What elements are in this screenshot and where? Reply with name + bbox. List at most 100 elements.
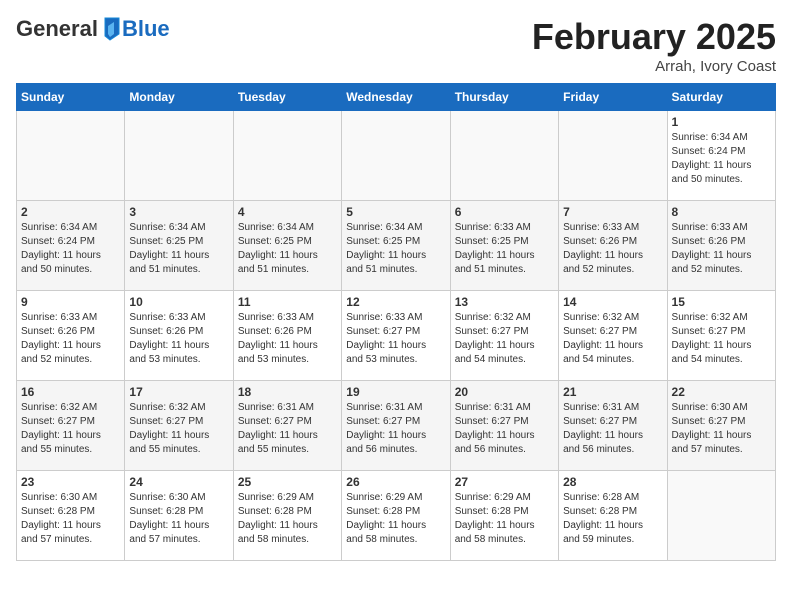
table-row: 9 Sunrise: 6:33 AM Sunset: 6:26 PM Daylig…	[17, 291, 125, 381]
table-row: 14 Sunrise: 6:32 AM Sunset: 6:27 PM Dayli…	[559, 291, 667, 381]
day-info: Sunrise: 6:34 AM Sunset: 6:25 PM Dayligh…	[129, 221, 228, 277]
day-number: 5	[346, 205, 445, 219]
day-info: Sunrise: 6:32 AM Sunset: 6:27 PM Dayligh…	[455, 311, 554, 367]
month-title: February 2025	[532, 16, 776, 58]
col-monday: Monday	[125, 84, 233, 111]
day-number: 17	[129, 385, 228, 399]
day-number: 11	[238, 295, 337, 309]
table-row: 7 Sunrise: 6:33 AM Sunset: 6:26 PM Daylig…	[559, 201, 667, 291]
day-info: Sunrise: 6:31 AM Sunset: 6:27 PM Dayligh…	[346, 401, 445, 457]
table-row: 21Sunrise: 6:31 AM Sunset: 6:27 PM Dayli…	[559, 381, 667, 471]
table-row: 13 Sunrise: 6:32 AM Sunset: 6:27 PM Dayli…	[450, 291, 558, 381]
day-info: Sunrise: 6:30 AM Sunset: 6:28 PM Dayligh…	[129, 491, 228, 547]
table-row	[450, 111, 558, 201]
day-number: 6	[455, 205, 554, 219]
day-info: Sunrise: 6:29 AM Sunset: 6:28 PM Dayligh…	[455, 491, 554, 547]
calendar-week-row: 2 Sunrise: 6:34 AM Sunset: 6:24 PM Daylig…	[17, 201, 776, 291]
day-info: Sunrise: 6:32 AM Sunset: 6:27 PM Dayligh…	[563, 311, 662, 367]
col-friday: Friday	[559, 84, 667, 111]
table-row	[233, 111, 341, 201]
table-row: 17 Sunrise: 6:32 AM Sunset: 6:27 PM Dayli…	[125, 381, 233, 471]
day-info: Sunrise: 6:33 AM Sunset: 6:26 PM Dayligh…	[563, 221, 662, 277]
table-row: 11 Sunrise: 6:33 AM Sunset: 6:26 PM Dayli…	[233, 291, 341, 381]
day-number: 26	[346, 475, 445, 489]
day-number: 13	[455, 295, 554, 309]
day-info: Sunrise: 6:34 AM Sunset: 6:25 PM Dayligh…	[238, 221, 337, 277]
day-number: 1	[672, 115, 771, 129]
table-row: 25 Sunrise: 6:29 AM Sunset: 6:28 PM Dayli…	[233, 471, 341, 561]
table-row: 23 Sunrise: 6:30 AM Sunset: 6:28 PM Dayli…	[17, 471, 125, 561]
day-info: Sunrise: 6:31 AM Sunset: 6:27 PM Dayligh…	[238, 401, 337, 457]
table-row: 28Sunrise: 6:28 AM Sunset: 6:28 PM Dayli…	[559, 471, 667, 561]
day-number: 2	[21, 205, 120, 219]
day-info: Sunrise: 6:33 AM Sunset: 6:26 PM Dayligh…	[21, 311, 120, 367]
logo: General Blue	[16, 16, 170, 42]
calendar-week-row: 23 Sunrise: 6:30 AM Sunset: 6:28 PM Dayli…	[17, 471, 776, 561]
day-number: 3	[129, 205, 228, 219]
day-info: Sunrise: 6:33 AM Sunset: 6:26 PM Dayligh…	[238, 311, 337, 367]
day-info: Sunrise: 6:30 AM Sunset: 6:27 PM Dayligh…	[672, 401, 771, 457]
table-row: 12 Sunrise: 6:33 AM Sunset: 6:27 PM Dayli…	[342, 291, 450, 381]
day-number: 10	[129, 295, 228, 309]
day-info: Sunrise: 6:33 AM Sunset: 6:25 PM Dayligh…	[455, 221, 554, 277]
day-info: Sunrise: 6:33 AM Sunset: 6:26 PM Dayligh…	[672, 221, 771, 277]
day-number: 12	[346, 295, 445, 309]
table-row: 3 Sunrise: 6:34 AM Sunset: 6:25 PM Daylig…	[125, 201, 233, 291]
calendar-table: Sunday Monday Tuesday Wednesday Thursday…	[16, 83, 776, 561]
table-row	[559, 111, 667, 201]
table-row: 18 Sunrise: 6:31 AM Sunset: 6:27 PM Dayli…	[233, 381, 341, 471]
day-number: 25	[238, 475, 337, 489]
location: Arrah, Ivory Coast	[532, 58, 776, 75]
day-info: Sunrise: 6:33 AM Sunset: 6:27 PM Dayligh…	[346, 311, 445, 367]
logo-text: General Blue	[16, 16, 170, 42]
day-number: 21	[563, 385, 662, 399]
day-number: 18	[238, 385, 337, 399]
day-number: 14	[563, 295, 662, 309]
day-info: Sunrise: 6:33 AM Sunset: 6:26 PM Dayligh…	[129, 311, 228, 367]
day-number: 7	[563, 205, 662, 219]
table-row: 4Sunrise: 6:34 AM Sunset: 6:25 PM Daylig…	[233, 201, 341, 291]
table-row: 27Sunrise: 6:29 AM Sunset: 6:28 PM Dayli…	[450, 471, 558, 561]
day-info: Sunrise: 6:34 AM Sunset: 6:24 PM Dayligh…	[672, 131, 771, 187]
table-row: 6 Sunrise: 6:33 AM Sunset: 6:25 PM Daylig…	[450, 201, 558, 291]
day-info: Sunrise: 6:32 AM Sunset: 6:27 PM Dayligh…	[21, 401, 120, 457]
day-info: Sunrise: 6:29 AM Sunset: 6:28 PM Dayligh…	[238, 491, 337, 547]
day-info: Sunrise: 6:28 AM Sunset: 6:28 PM Dayligh…	[563, 491, 662, 547]
day-info: Sunrise: 6:32 AM Sunset: 6:27 PM Dayligh…	[672, 311, 771, 367]
table-row: 22Sunrise: 6:30 AM Sunset: 6:27 PM Dayli…	[667, 381, 775, 471]
day-info: Sunrise: 6:29 AM Sunset: 6:28 PM Dayligh…	[346, 491, 445, 547]
day-info: Sunrise: 6:34 AM Sunset: 6:24 PM Dayligh…	[21, 221, 120, 277]
day-info: Sunrise: 6:32 AM Sunset: 6:27 PM Dayligh…	[129, 401, 228, 457]
calendar-week-row: 16Sunrise: 6:32 AM Sunset: 6:27 PM Dayli…	[17, 381, 776, 471]
table-row	[125, 111, 233, 201]
table-row: 5 Sunrise: 6:34 AM Sunset: 6:25 PM Daylig…	[342, 201, 450, 291]
table-row: 20Sunrise: 6:31 AM Sunset: 6:27 PM Dayli…	[450, 381, 558, 471]
col-sunday: Sunday	[17, 84, 125, 111]
table-row	[17, 111, 125, 201]
col-thursday: Thursday	[450, 84, 558, 111]
calendar-week-row: 1 Sunrise: 6:34 AM Sunset: 6:24 PM Daylig…	[17, 111, 776, 201]
page-header: General Blue February 2025 Arrah, Ivory …	[16, 16, 776, 75]
table-row: 16Sunrise: 6:32 AM Sunset: 6:27 PM Dayli…	[17, 381, 125, 471]
col-wednesday: Wednesday	[342, 84, 450, 111]
day-number: 8	[672, 205, 771, 219]
day-number: 23	[21, 475, 120, 489]
table-row: 8 Sunrise: 6:33 AM Sunset: 6:26 PM Daylig…	[667, 201, 775, 291]
table-row: 1 Sunrise: 6:34 AM Sunset: 6:24 PM Daylig…	[667, 111, 775, 201]
logo-general: General	[16, 16, 98, 42]
logo-icon	[99, 16, 121, 42]
day-number: 19	[346, 385, 445, 399]
day-number: 24	[129, 475, 228, 489]
day-info: Sunrise: 6:31 AM Sunset: 6:27 PM Dayligh…	[455, 401, 554, 457]
table-row: 10 Sunrise: 6:33 AM Sunset: 6:26 PM Dayli…	[125, 291, 233, 381]
logo-blue: Blue	[122, 16, 170, 42]
table-row: 2 Sunrise: 6:34 AM Sunset: 6:24 PM Daylig…	[17, 201, 125, 291]
day-info: Sunrise: 6:34 AM Sunset: 6:25 PM Dayligh…	[346, 221, 445, 277]
day-info: Sunrise: 6:30 AM Sunset: 6:28 PM Dayligh…	[21, 491, 120, 547]
table-row: 26 Sunrise: 6:29 AM Sunset: 6:28 PM Dayli…	[342, 471, 450, 561]
day-number: 9	[21, 295, 120, 309]
table-row: 15Sunrise: 6:32 AM Sunset: 6:27 PM Dayli…	[667, 291, 775, 381]
table-row: 19 Sunrise: 6:31 AM Sunset: 6:27 PM Dayli…	[342, 381, 450, 471]
col-tuesday: Tuesday	[233, 84, 341, 111]
col-saturday: Saturday	[667, 84, 775, 111]
